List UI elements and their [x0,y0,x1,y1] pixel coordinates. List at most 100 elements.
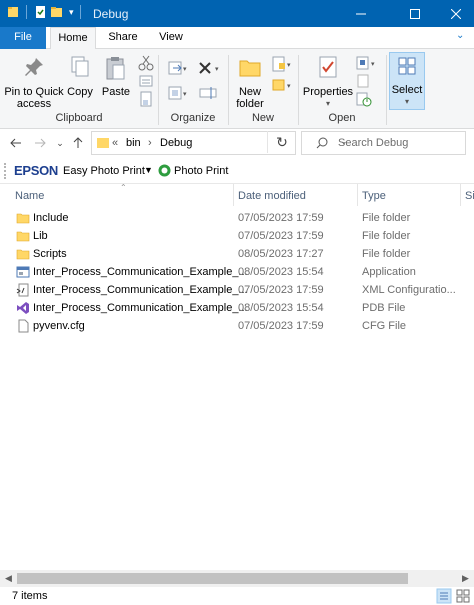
application-icon [16,266,30,278]
new-folder-button[interactable]: New folder [232,55,268,110]
file-row[interactable]: Inter_Process_Communication_Example_... … [0,281,474,299]
minimize-button[interactable] [338,0,384,27]
column-divider[interactable] [233,184,234,206]
ribbon: Pin to Quick access Copy Paste Clipboard… [0,49,474,129]
rename-icon[interactable] [199,84,217,102]
svg-text:▾: ▾ [287,83,291,90]
file-date: 08/05/2023 15:54 [238,302,324,314]
tab-view[interactable]: View [150,27,192,49]
breadcrumb-bin[interactable]: bin [126,137,141,149]
new-folder-icon [239,60,261,77]
file-type: Application [362,266,416,278]
new-folder-qat-icon[interactable] [50,5,64,19]
tab-share[interactable]: Share [100,27,146,49]
back-button[interactable] [6,133,26,153]
column-header-size[interactable]: Si [465,190,474,202]
back-arrow-icon [10,138,21,148]
pin-icon [25,58,43,76]
file-type: CFG File [362,320,406,332]
open-group-label: Open [328,112,356,124]
file-list-header: ⌃ Name Date modified Type Si [0,183,474,206]
file-row[interactable]: Include 07/05/2023 17:59 File folder [0,209,474,227]
search-placeholder: Search Debug [338,137,409,149]
easy-photo-print-dropdown-icon[interactable]: ▼ [144,165,153,175]
toolbar-grip[interactable] [4,163,6,179]
expand-ribbon-icon[interactable]: ⌄ [456,30,464,41]
easy-photo-print-button[interactable]: Easy Photo Print [63,165,145,177]
column-header-date-modified[interactable]: Date modified [238,190,306,202]
select-button[interactable]: Select ▾ [389,52,425,110]
new-folder-label: New folder [236,86,264,110]
recent-locations-button[interactable]: ⌄ [50,133,70,153]
file-type: PDB File [362,302,406,314]
file-row[interactable]: Inter_Process_Communication_Example_... … [0,263,474,281]
close-icon [451,8,461,19]
sort-indicator-icon: ⌃ [120,183,127,192]
address-bar[interactable]: « bin › Debug ⌄ [91,131,348,155]
file-name: Include [33,212,69,224]
search-input[interactable]: Search Debug [301,131,466,155]
folder-icon [16,213,30,224]
tab-file[interactable]: File [0,27,46,49]
svg-text:▾: ▾ [287,62,291,69]
delete-icon[interactable]: ▾ [197,59,223,77]
copy-button[interactable]: Copy [64,55,96,98]
copy-to-icon[interactable]: ▾ [167,84,189,102]
item-count: 7 items [12,590,48,602]
move-to-icon[interactable]: ▾ [167,59,189,77]
scroll-left-icon[interactable]: ◀ [0,572,17,585]
scroll-right-icon[interactable]: ▶ [457,572,474,585]
forward-button[interactable] [30,133,50,153]
close-button[interactable] [438,0,474,27]
file-row[interactable]: pyvenv.cfg 07/05/2023 17:59 CFG File [0,317,474,335]
file-date: 07/05/2023 17:59 [238,320,324,332]
properties-qat-icon[interactable] [33,5,47,19]
title-bar: ▾ Debug [0,0,474,27]
file-name: Inter_Process_Communication_Example_... [33,266,248,278]
file-list: Include 07/05/2023 17:59 File folder Lib… [0,209,474,335]
file-row[interactable]: Inter_Process_Communication_Example_... … [0,299,474,317]
file-row[interactable]: Lib 07/05/2023 17:59 File folder [0,227,474,245]
new-item-icon[interactable]: ▾ [271,55,293,73]
cut-icon[interactable] [137,54,155,72]
paste-button[interactable]: Paste [100,55,132,98]
file-date: 08/05/2023 17:27 [238,248,324,260]
visual-studio-icon [17,302,29,314]
organize-group-label: Organize [170,112,216,124]
file-row[interactable]: Scripts 08/05/2023 17:27 File folder [0,245,474,263]
pin-to-quick-access-button[interactable]: Pin to Quick access [4,55,64,110]
select-label: Select [391,84,423,96]
quick-access-toolbar: ▾ [6,5,84,19]
scrollbar-thumb[interactable] [17,573,408,584]
refresh-button[interactable]: ↻ [267,131,296,153]
epson-logo: EPSON [14,163,59,178]
file-date: 07/05/2023 17:59 [238,212,324,224]
large-icons-view-icon[interactable] [455,588,471,604]
file-type: XML Configuratio... [362,284,456,296]
easy-access-icon[interactable]: ▾ [271,76,293,94]
properties-button[interactable]: Properties ▾ [302,55,354,110]
file-name: Lib [33,230,48,242]
details-view-icon[interactable] [436,588,452,604]
up-button[interactable] [68,133,88,153]
window-title: Debug [93,7,129,21]
maximize-button[interactable] [392,0,438,27]
column-header-name[interactable]: Name [15,190,44,202]
open-icon[interactable]: ▾ [355,54,377,72]
breadcrumb-overflow[interactable]: « [112,137,118,149]
status-bar: 7 items [0,587,474,605]
customize-qat-chevron-icon[interactable]: ▾ [69,7,74,18]
column-divider[interactable] [357,184,358,206]
column-header-type[interactable]: Type [362,190,386,202]
column-divider[interactable] [460,184,461,206]
edit-icon[interactable] [355,72,373,90]
history-icon[interactable] [355,90,373,108]
copy-path-icon[interactable] [137,72,155,90]
paste-shortcut-icon[interactable] [137,90,155,108]
horizontal-scrollbar[interactable]: ◀ ▶ [0,570,474,587]
minimize-icon [356,13,366,14]
photo-print-button[interactable]: Photo Print [174,165,228,177]
breadcrumb-debug[interactable]: Debug [160,137,192,149]
tab-home[interactable]: Home [50,27,96,50]
folder-icon [8,7,18,17]
